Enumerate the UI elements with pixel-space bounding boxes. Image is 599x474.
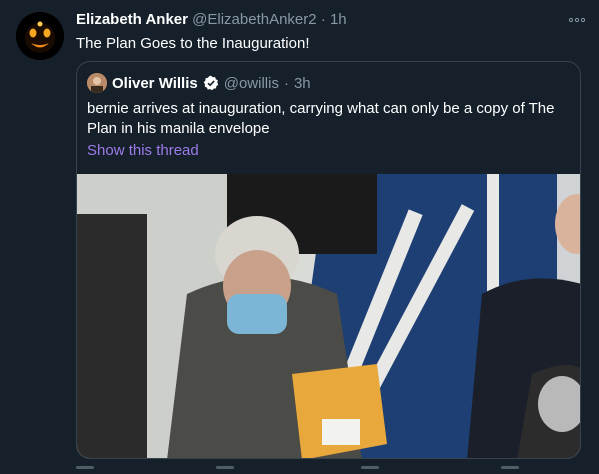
share-icon[interactable] — [501, 466, 519, 469]
separator-dot: · — [320, 11, 326, 28]
tweet-timestamp[interactable]: 1h — [330, 11, 347, 28]
author-avatar[interactable] — [16, 12, 64, 60]
retweet-icon[interactable] — [216, 466, 234, 469]
quoted-timestamp[interactable]: 3h — [294, 75, 311, 92]
show-thread-link[interactable]: Show this thread — [87, 142, 199, 159]
quoted-tweet[interactable]: Oliver Willis @owillis · 3h bernie arriv… — [76, 61, 581, 459]
quoted-author-avatar[interactable] — [87, 73, 107, 93]
quoted-tweet-text: bernie arrives at inauguration, carrying… — [87, 100, 555, 137]
quoted-tweet-header: Oliver Willis @owillis · 3h — [87, 73, 311, 93]
quoted-author-handle[interactable]: @owillis — [224, 75, 279, 92]
quoted-tweet-photo[interactable] — [77, 174, 580, 458]
quoted-author-name[interactable]: Oliver Willis — [112, 75, 198, 92]
reply-icon[interactable] — [76, 466, 94, 469]
verified-badge-icon — [203, 75, 219, 91]
like-icon[interactable] — [361, 466, 379, 469]
more-dots-icon[interactable] — [568, 12, 586, 26]
tweet[interactable]: Elizabeth Anker @ElizabethAnker2 · 1h Th… — [0, 0, 599, 474]
author-handle[interactable]: @ElizabethAnker2 — [192, 11, 316, 28]
author-name[interactable]: Elizabeth Anker — [76, 11, 188, 28]
tweet-text: The Plan Goes to the Inauguration! — [76, 35, 310, 52]
tweet-header: Elizabeth Anker @ElizabethAnker2 · 1h — [76, 11, 589, 31]
tweet-action-bar — [76, 466, 581, 474]
quoted-separator-dot: · — [283, 74, 289, 92]
